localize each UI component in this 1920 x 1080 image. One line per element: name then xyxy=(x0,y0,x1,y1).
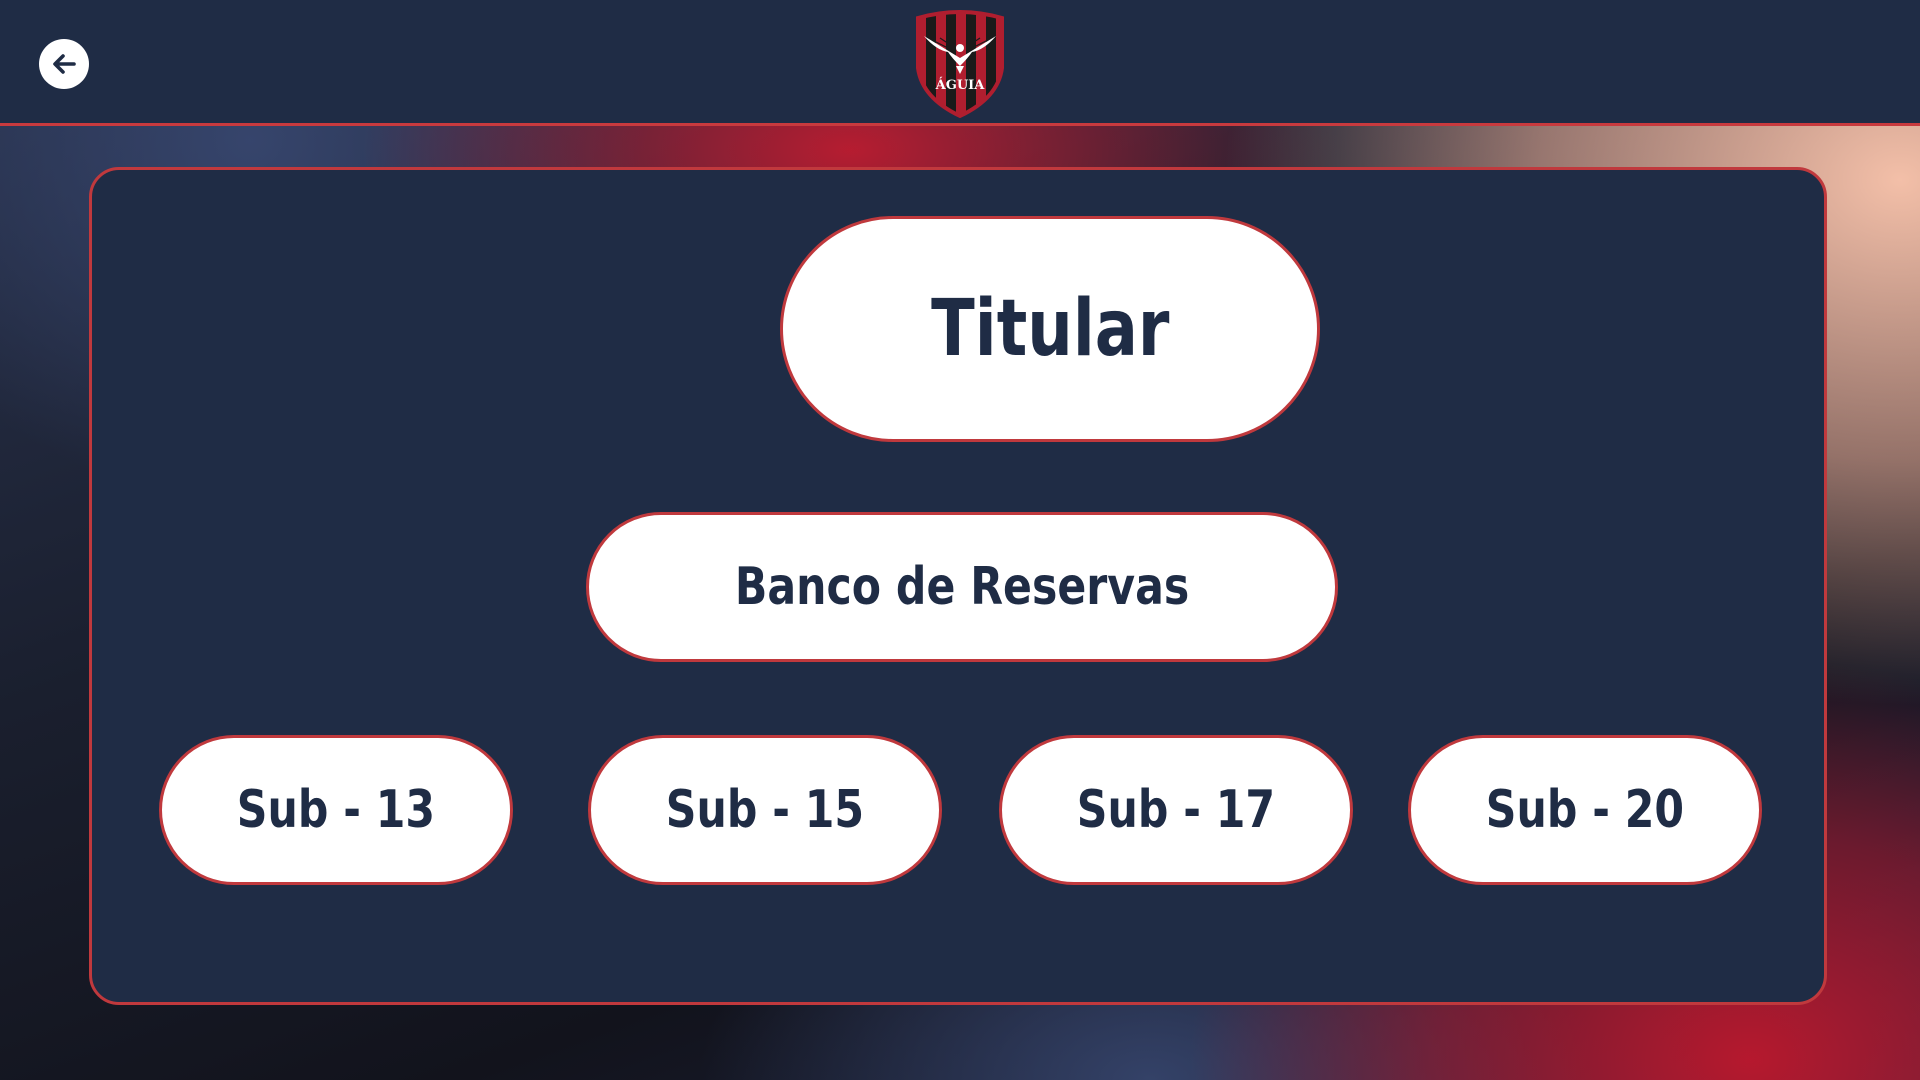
sub-15-button[interactable]: Sub - 15 xyxy=(588,735,942,885)
top-bar: ÁGUIA xyxy=(0,0,1920,126)
category-panel: Titular Banco de Reservas Sub - 13 Sub -… xyxy=(89,167,1827,1005)
sub-17-button[interactable]: Sub - 17 xyxy=(999,735,1353,885)
logo-text: ÁGUIA xyxy=(935,77,986,93)
titular-button[interactable]: Titular xyxy=(780,216,1320,442)
arrow-left-icon xyxy=(53,54,76,74)
sub-13-button[interactable]: Sub - 13 xyxy=(159,735,513,885)
club-logo: ÁGUIA xyxy=(916,10,1004,118)
sub-17-label: Sub - 17 xyxy=(1076,780,1276,840)
sub-13-label: Sub - 13 xyxy=(236,780,436,840)
banco-label: Banco de Reservas xyxy=(734,557,1190,617)
sub-20-button[interactable]: Sub - 20 xyxy=(1408,735,1762,885)
banco-de-reservas-button[interactable]: Banco de Reservas xyxy=(586,512,1338,662)
back-button[interactable] xyxy=(39,39,89,89)
titular-label: Titular xyxy=(930,284,1170,374)
sub-15-label: Sub - 15 xyxy=(665,780,865,840)
sub-20-label: Sub - 20 xyxy=(1485,780,1685,840)
